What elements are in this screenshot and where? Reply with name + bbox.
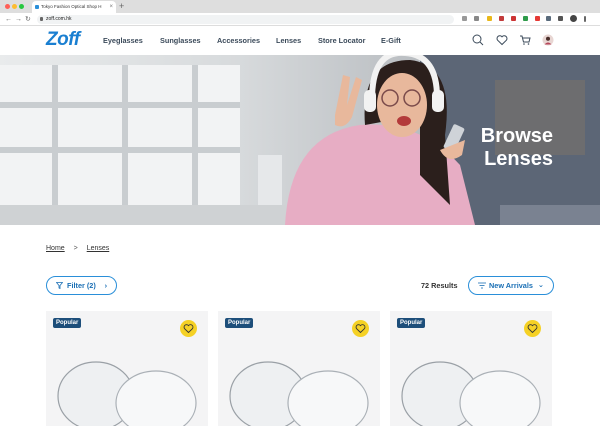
search-icon[interactable] bbox=[472, 34, 484, 46]
breadcrumb: Home > Lenses bbox=[46, 245, 109, 252]
extension-icon[interactable] bbox=[511, 16, 516, 21]
sort-label: New Arrivals bbox=[489, 281, 533, 290]
extension-icon[interactable] bbox=[535, 16, 540, 21]
lens-image bbox=[57, 361, 197, 426]
heart-icon[interactable] bbox=[496, 34, 508, 46]
breadcrumb-home-link[interactable]: Home bbox=[46, 245, 65, 252]
browser-toolbar: ← → ↻ zoff.com.hk bbox=[0, 13, 600, 26]
heart-icon bbox=[355, 324, 366, 334]
sort-dropdown[interactable]: New Arrivals ⌄ bbox=[468, 276, 554, 295]
browser-menu-icon[interactable] bbox=[584, 16, 586, 22]
favorite-button[interactable] bbox=[180, 320, 197, 337]
tab-close-icon[interactable]: × bbox=[109, 1, 113, 13]
address-bar[interactable]: zoff.com.hk bbox=[37, 15, 454, 24]
chevron-down-icon: ⌄ bbox=[537, 280, 544, 289]
maximize-window-button[interactable] bbox=[19, 4, 24, 9]
minimize-window-button[interactable] bbox=[12, 4, 17, 9]
tab-title: Tokyo Fashion Optical Shop H bbox=[41, 4, 102, 9]
heart-icon bbox=[183, 324, 194, 334]
profile-avatar-icon[interactable] bbox=[570, 15, 577, 22]
popular-badge: Popular bbox=[225, 318, 254, 328]
hero-title: Browse Lenses bbox=[481, 125, 553, 171]
browser-tab-bar: Tokyo Fashion Optical Shop H × + bbox=[0, 0, 600, 13]
forward-arrow-icon[interactable]: → bbox=[15, 13, 22, 26]
lock-icon bbox=[40, 17, 43, 21]
popular-badge: Popular bbox=[397, 318, 426, 328]
hero-title-line-1: Browse bbox=[480, 125, 553, 147]
close-window-button[interactable] bbox=[5, 4, 10, 9]
cart-icon[interactable] bbox=[519, 34, 531, 46]
results-count: 72 Results bbox=[421, 281, 458, 290]
zoff-favicon-icon bbox=[35, 5, 39, 9]
nav-eyeglasses[interactable]: Eyeglasses bbox=[103, 26, 143, 55]
user-avatar-icon[interactable] bbox=[542, 34, 554, 46]
lens-image bbox=[229, 361, 369, 426]
extension-icon[interactable] bbox=[523, 16, 528, 21]
nav-e-gift[interactable]: E-Gift bbox=[381, 26, 401, 55]
heart-icon bbox=[527, 324, 538, 334]
extensions-puzzle-icon[interactable] bbox=[558, 16, 563, 21]
filter-button[interactable]: Filter (2) › bbox=[46, 276, 117, 295]
url-text: zoff.com.hk bbox=[46, 16, 72, 22]
extension-icon[interactable] bbox=[487, 16, 492, 21]
popular-badge: Popular bbox=[53, 318, 82, 328]
product-card[interactable]: Popular bbox=[218, 311, 380, 426]
product-card[interactable]: Popular bbox=[390, 311, 552, 426]
filter-funnel-icon bbox=[56, 282, 63, 289]
reload-icon[interactable]: ↻ bbox=[25, 13, 31, 26]
nav-store-locator[interactable]: Store Locator bbox=[318, 26, 365, 55]
browser-tab[interactable]: Tokyo Fashion Optical Shop H × bbox=[32, 1, 116, 13]
nav-accessories[interactable]: Accessories bbox=[217, 26, 260, 55]
site-header: Zoff Eyeglasses Sunglasses Accessories L… bbox=[0, 26, 600, 55]
extension-icon[interactable] bbox=[546, 16, 551, 21]
back-arrow-icon[interactable]: ← bbox=[5, 13, 12, 26]
hero-title-line-2: Lenses bbox=[484, 148, 553, 170]
favorite-button[interactable] bbox=[524, 320, 541, 337]
lens-image bbox=[401, 361, 541, 426]
hero-banner: Browse Lenses bbox=[0, 55, 600, 225]
nav-lenses[interactable]: Lenses bbox=[276, 26, 301, 55]
breadcrumb-current-link[interactable]: Lenses bbox=[87, 245, 110, 252]
chevron-right-icon: > bbox=[73, 245, 78, 252]
extension-icon[interactable] bbox=[499, 16, 504, 21]
favorite-button[interactable] bbox=[352, 320, 369, 337]
filter-label: Filter (2) bbox=[67, 281, 96, 290]
product-card[interactable]: Popular bbox=[46, 311, 208, 426]
extension-icon[interactable] bbox=[474, 16, 479, 21]
sort-lines-icon bbox=[478, 282, 486, 289]
zoff-logo[interactable]: Zoff bbox=[46, 28, 80, 52]
nav-sunglasses[interactable]: Sunglasses bbox=[160, 26, 201, 55]
new-tab-button[interactable]: + bbox=[119, 0, 124, 13]
extension-icon[interactable] bbox=[462, 16, 467, 21]
chevron-right-icon: › bbox=[104, 281, 107, 290]
